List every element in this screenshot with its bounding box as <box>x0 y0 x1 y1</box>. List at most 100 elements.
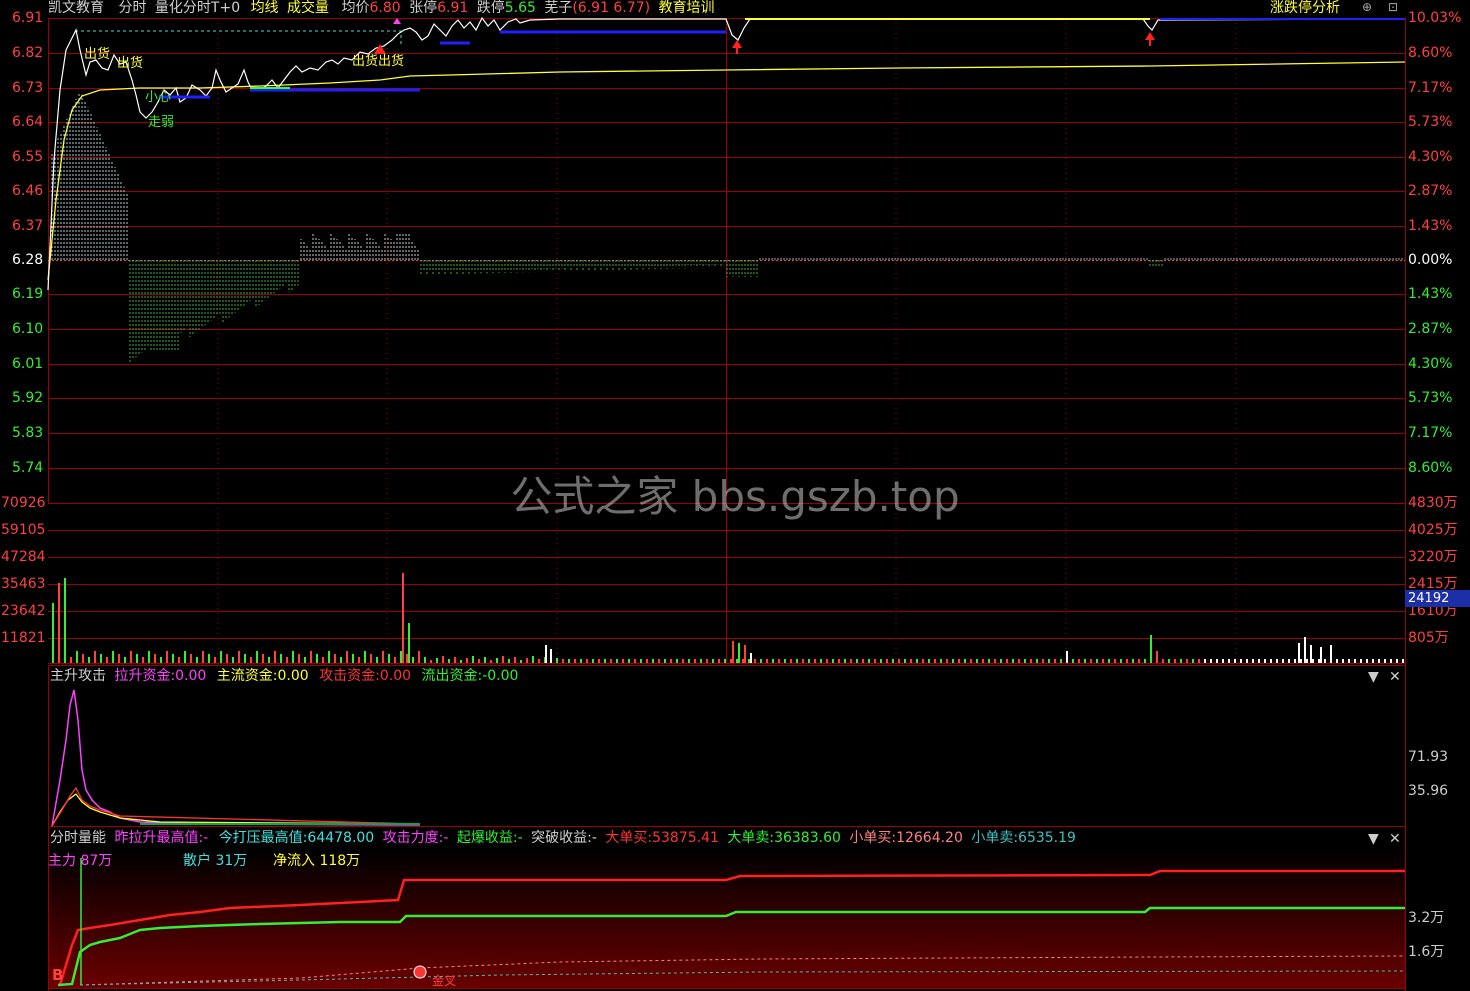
buy-marker-b: B <box>52 966 64 984</box>
volume-bar <box>928 659 930 663</box>
stock-name[interactable]: 凯文教育 <box>48 0 104 16</box>
volume-bar <box>142 657 144 663</box>
settings-icon[interactable]: ⊡ <box>1388 0 1398 15</box>
volume-bar <box>496 658 498 663</box>
volume-bar <box>364 651 366 663</box>
volume-bar <box>766 659 768 663</box>
volume-bar <box>898 659 900 663</box>
volume-bar <box>796 659 798 663</box>
volume-bar <box>742 659 744 663</box>
volume-bar <box>1006 659 1008 663</box>
label-weak: 走弱 <box>148 115 175 130</box>
volume-bar <box>658 659 660 663</box>
volume-bar <box>310 651 312 663</box>
volume-bar <box>880 659 882 663</box>
panel1-close-icon[interactable]: ✕ <box>1389 669 1401 685</box>
panel2-title[interactable]: 分时量能 <box>50 830 106 846</box>
volume-bar <box>526 658 528 663</box>
volume-bar <box>408 623 410 663</box>
volume-bar <box>1132 659 1134 663</box>
volume-bars <box>52 573 1404 663</box>
volume-bar <box>646 659 648 663</box>
volume-bar <box>1066 651 1068 663</box>
volume-bar <box>1072 659 1074 663</box>
volume-bar <box>1150 635 1152 663</box>
range-box <box>75 30 402 45</box>
volume-bar <box>1192 659 1194 663</box>
volume-bar <box>1402 659 1404 663</box>
volume-bar <box>1000 659 1002 663</box>
avg-line-legend: 均线 <box>250 0 279 16</box>
burst-value: - <box>517 830 523 846</box>
burst-label: 起爆收益: <box>456 830 518 846</box>
price-tick-10: 6.01 <box>12 356 44 372</box>
pct-tick-5: 2.87% <box>1408 183 1453 199</box>
volume-bar <box>736 659 738 663</box>
volume-bar <box>1060 659 1062 663</box>
volume-bar <box>634 659 636 663</box>
panel2-axis-low: 1.6万 <box>1408 944 1445 960</box>
volume-bar <box>1162 659 1164 663</box>
expand-icon[interactable]: ⊕ <box>1362 0 1372 15</box>
volume-bar <box>58 583 60 663</box>
volume-bar <box>970 659 972 663</box>
limit-analysis-link[interactable]: 涨跌停分析 <box>1270 0 1340 16</box>
price-tick-3: 6.64 <box>12 114 44 130</box>
panel1-dropdown-icon[interactable]: ▼ <box>1368 669 1379 685</box>
volume-bar <box>1252 659 1254 663</box>
golden-cross-label: 金叉 <box>432 974 457 988</box>
panel2-close-icon[interactable]: ✕ <box>1389 831 1401 847</box>
price-tick-11: 5.92 <box>12 390 44 406</box>
pull-fund-curve <box>51 689 421 827</box>
volume-bar <box>1312 659 1314 663</box>
volume-bar <box>262 654 264 663</box>
volume-bar <box>370 654 372 663</box>
volume-bar <box>1222 659 1224 663</box>
indicator-name[interactable]: 量化分时T+0 <box>155 0 240 16</box>
volume-bar <box>1234 659 1236 663</box>
vol-amount-tick-2: 3220万 <box>1408 549 1458 565</box>
main-fund-curve <box>51 793 421 827</box>
pct-tick-2: 7.17% <box>1408 80 1453 96</box>
panel1-title[interactable]: 主升攻击 <box>50 668 106 684</box>
volume-bar <box>274 651 276 663</box>
out-fund-label: 流出资金: <box>421 668 483 684</box>
panel2-dropdown-icon[interactable]: ▼ <box>1368 831 1379 847</box>
volume-bar <box>520 660 522 663</box>
volume-bar <box>460 660 462 663</box>
vol-tick-4: 23642 <box>1 603 46 619</box>
volume-bar <box>616 659 618 663</box>
volume-bar <box>442 656 444 663</box>
volume-bar <box>982 659 984 663</box>
pct-tick-7: 0.00% <box>1408 252 1453 268</box>
volume-bar <box>64 578 66 663</box>
volume-bar <box>1320 647 1322 663</box>
limit-down-label: 跌停 <box>476 0 505 16</box>
volume-bar <box>562 659 564 663</box>
volume-bar <box>532 656 534 663</box>
label-outbuy: 出货出货 <box>352 54 405 69</box>
volume-bar <box>732 641 734 663</box>
volume-bar <box>922 659 924 663</box>
volume-bar <box>1294 659 1296 663</box>
sector-label[interactable]: 教育培训 <box>659 0 715 16</box>
volume-bar <box>1180 659 1182 663</box>
volume-bar <box>1012 659 1014 663</box>
volume-bar <box>1310 645 1312 663</box>
volume-bar <box>448 659 450 663</box>
pct-tick-8: 1.43% <box>1408 286 1453 302</box>
volume-bar <box>808 659 810 663</box>
big-sell-value: 36383.60 <box>774 830 841 846</box>
pct-tick-6: 1.43% <box>1408 218 1453 234</box>
big-buy-label: 大单买: <box>605 830 653 846</box>
volume-bar <box>226 654 228 663</box>
pct-tick-1: 8.60% <box>1408 45 1453 61</box>
y-pull-label: 昨拉升最高值: <box>114 830 204 846</box>
volume-bar <box>1138 659 1140 663</box>
volume-bar <box>1204 659 1206 663</box>
volume-bar <box>910 659 912 663</box>
volume-bar <box>754 659 756 663</box>
volume-bar <box>160 657 162 663</box>
golden-cross-marker <box>413 965 427 979</box>
mode-label[interactable]: 分时 <box>118 0 146 16</box>
